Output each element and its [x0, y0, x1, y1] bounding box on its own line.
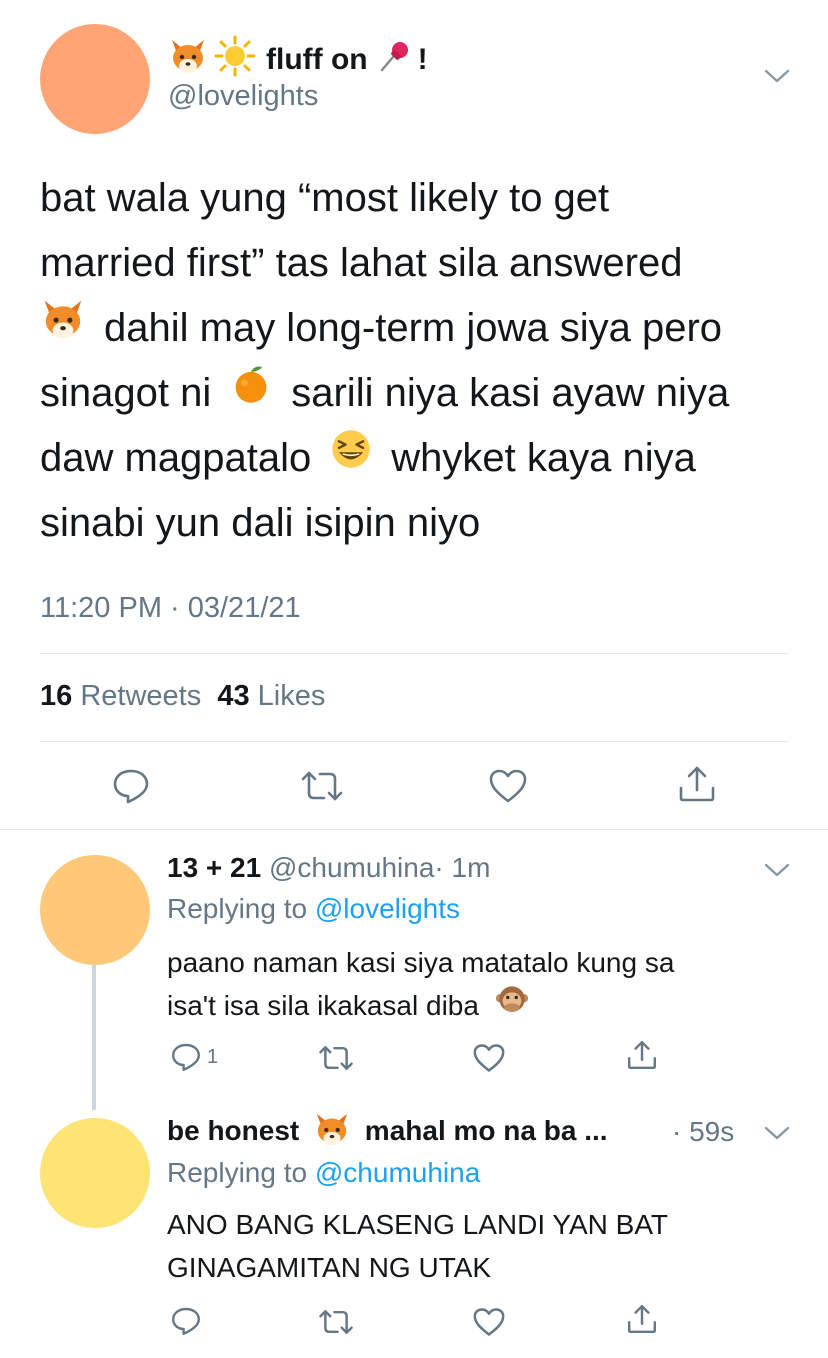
- reply-icon[interactable]: [170, 1305, 202, 1337]
- reply-text-line: paano naman kasi siya matatalo kung sa: [167, 941, 674, 984]
- text-segment: isa't isa sila ikakasal diba: [167, 990, 479, 1021]
- text-segment: sarili niya kasi ayaw niya: [291, 371, 730, 415]
- tangerine-emoji-icon: [229, 361, 273, 426]
- replying-to-label: Replying to: [167, 893, 308, 924]
- reply-header: be honest mahal mo na ba ...: [167, 1112, 747, 1152]
- speak-no-evil-monkey-emoji-icon: [495, 983, 529, 1029]
- replying-to: Replying to @chumuhina: [167, 1157, 480, 1189]
- tweet-text-line: dahil may long-term jowa siya pero: [40, 296, 800, 361]
- text-segment: whyket kaya niya: [391, 436, 696, 480]
- likes-stat[interactable]: 43 Likes: [217, 680, 325, 712]
- tweet-text-line: married first” tas lahat sila answered: [40, 231, 800, 296]
- reply-time: · 59s: [672, 1116, 735, 1147]
- retweets-count: 16: [40, 680, 73, 712]
- retweet-icon[interactable]: [318, 1307, 354, 1337]
- more-options-chevron-down-icon[interactable]: [764, 1125, 790, 1141]
- main-tweet-display-name[interactable]: fluff on !: [168, 35, 428, 85]
- more-options-chevron-down-icon[interactable]: [764, 862, 790, 878]
- share-icon[interactable]: [677, 764, 717, 804]
- reply-handle[interactable]: @chumuhina: [269, 852, 434, 884]
- reply-text-line: ANO BANG KLASENG LANDI YAN BAT: [167, 1203, 668, 1246]
- replying-to-label: Replying to: [167, 1157, 308, 1188]
- text-segment: dahil may long-term jowa siya pero: [104, 306, 723, 350]
- likes-label: Likes: [257, 680, 326, 712]
- reply-icon[interactable]: [170, 1041, 202, 1073]
- more-options-chevron-down-icon[interactable]: [764, 68, 790, 84]
- tweet-text-line: bat wala yung “most likely to get: [40, 166, 800, 231]
- reply-time: · 1m: [434, 852, 491, 883]
- reply-header: 13 + 21 @chumuhina · 1m: [167, 848, 490, 888]
- like-icon[interactable]: [472, 1307, 506, 1337]
- display-name-start: be honest: [167, 1114, 300, 1146]
- text-segment: sinagot ni: [40, 371, 212, 415]
- text-segment: sinabi yun dali isipin niyo: [40, 501, 481, 545]
- replying-to: Replying to @lovelights: [167, 893, 460, 925]
- reply-count: 1: [207, 1046, 219, 1068]
- thread-connector-line: [92, 965, 96, 1110]
- tweet-timestamp[interactable]: 11:20 PM · 03/21/21: [40, 592, 301, 625]
- replying-to-link[interactable]: @chumuhina: [315, 1157, 480, 1188]
- pushpin-emoji-icon: [376, 38, 412, 82]
- reply-text: ANO BANG KLASENG LANDI YAN BAT GINAGAMIT…: [167, 1203, 668, 1289]
- display-name-suffix: !: [417, 43, 428, 76]
- retweets-stat[interactable]: 16 Retweets: [40, 680, 201, 712]
- retweet-icon[interactable]: [300, 768, 344, 804]
- reply-display-name[interactable]: 13 + 21: [167, 852, 261, 884]
- display-name-text: fluff on: [266, 43, 368, 76]
- text-segment: bat wala yung “most likely to get: [40, 176, 610, 220]
- main-tweet-avatar[interactable]: [40, 24, 150, 134]
- main-tweet-handle[interactable]: @lovelights: [168, 80, 318, 113]
- reply-icon[interactable]: [111, 766, 151, 806]
- sun-emoji-icon: [214, 35, 256, 85]
- fox-emoji-icon: [40, 296, 86, 362]
- text-segment: ANO BANG KLASENG LANDI YAN BAT: [167, 1209, 669, 1240]
- reply-time-wrap: · 59s: [672, 1112, 734, 1152]
- like-icon[interactable]: [488, 768, 528, 804]
- text-segment: married first” tas lahat sila answered: [40, 241, 683, 285]
- tweet-text-line: sinabi yun dali isipin niyo: [40, 491, 800, 556]
- display-name-end: mahal mo na ba ...: [364, 1114, 608, 1146]
- likes-count: 43: [217, 680, 250, 712]
- main-tweet-text: bat wala yung “most likely to get marrie…: [40, 166, 800, 556]
- text-segment: daw magpatalo: [40, 436, 312, 480]
- retweet-icon[interactable]: [318, 1043, 354, 1073]
- like-icon[interactable]: [472, 1043, 506, 1073]
- fox-emoji-icon: [313, 1110, 351, 1155]
- fox-emoji-icon: [168, 36, 208, 84]
- tweet-text-line: sinagot ni sarili niya kasi ayaw niya: [40, 361, 800, 426]
- reply-display-name[interactable]: be honest mahal mo na ba ...: [167, 1110, 608, 1155]
- section-divider: [0, 829, 828, 830]
- share-icon[interactable]: [626, 1303, 658, 1335]
- reply-text: paano naman kasi siya matatalo kung sa i…: [167, 941, 674, 1027]
- reply-text-line: GINAGAMITAN NG UTAK: [167, 1246, 668, 1289]
- engagement-stats: 16 Retweets 43 Likes: [40, 680, 325, 713]
- replying-to-link[interactable]: @lovelights: [315, 893, 460, 924]
- divider: [40, 741, 788, 742]
- retweets-label: Retweets: [80, 680, 202, 712]
- text-segment: paano naman kasi siya matatalo kung sa: [167, 947, 675, 978]
- share-icon[interactable]: [626, 1039, 658, 1071]
- text-segment: GINAGAMITAN NG UTAK: [167, 1252, 492, 1283]
- reply-avatar[interactable]: [40, 855, 150, 965]
- divider: [40, 653, 788, 654]
- reply-avatar[interactable]: [40, 1118, 150, 1228]
- tweet-text-line: daw magpatalo whyket kaya niya: [40, 426, 800, 491]
- reply-text-line: isa't isa sila ikakasal diba: [167, 984, 674, 1027]
- laughing-emoji-icon: [329, 426, 373, 491]
